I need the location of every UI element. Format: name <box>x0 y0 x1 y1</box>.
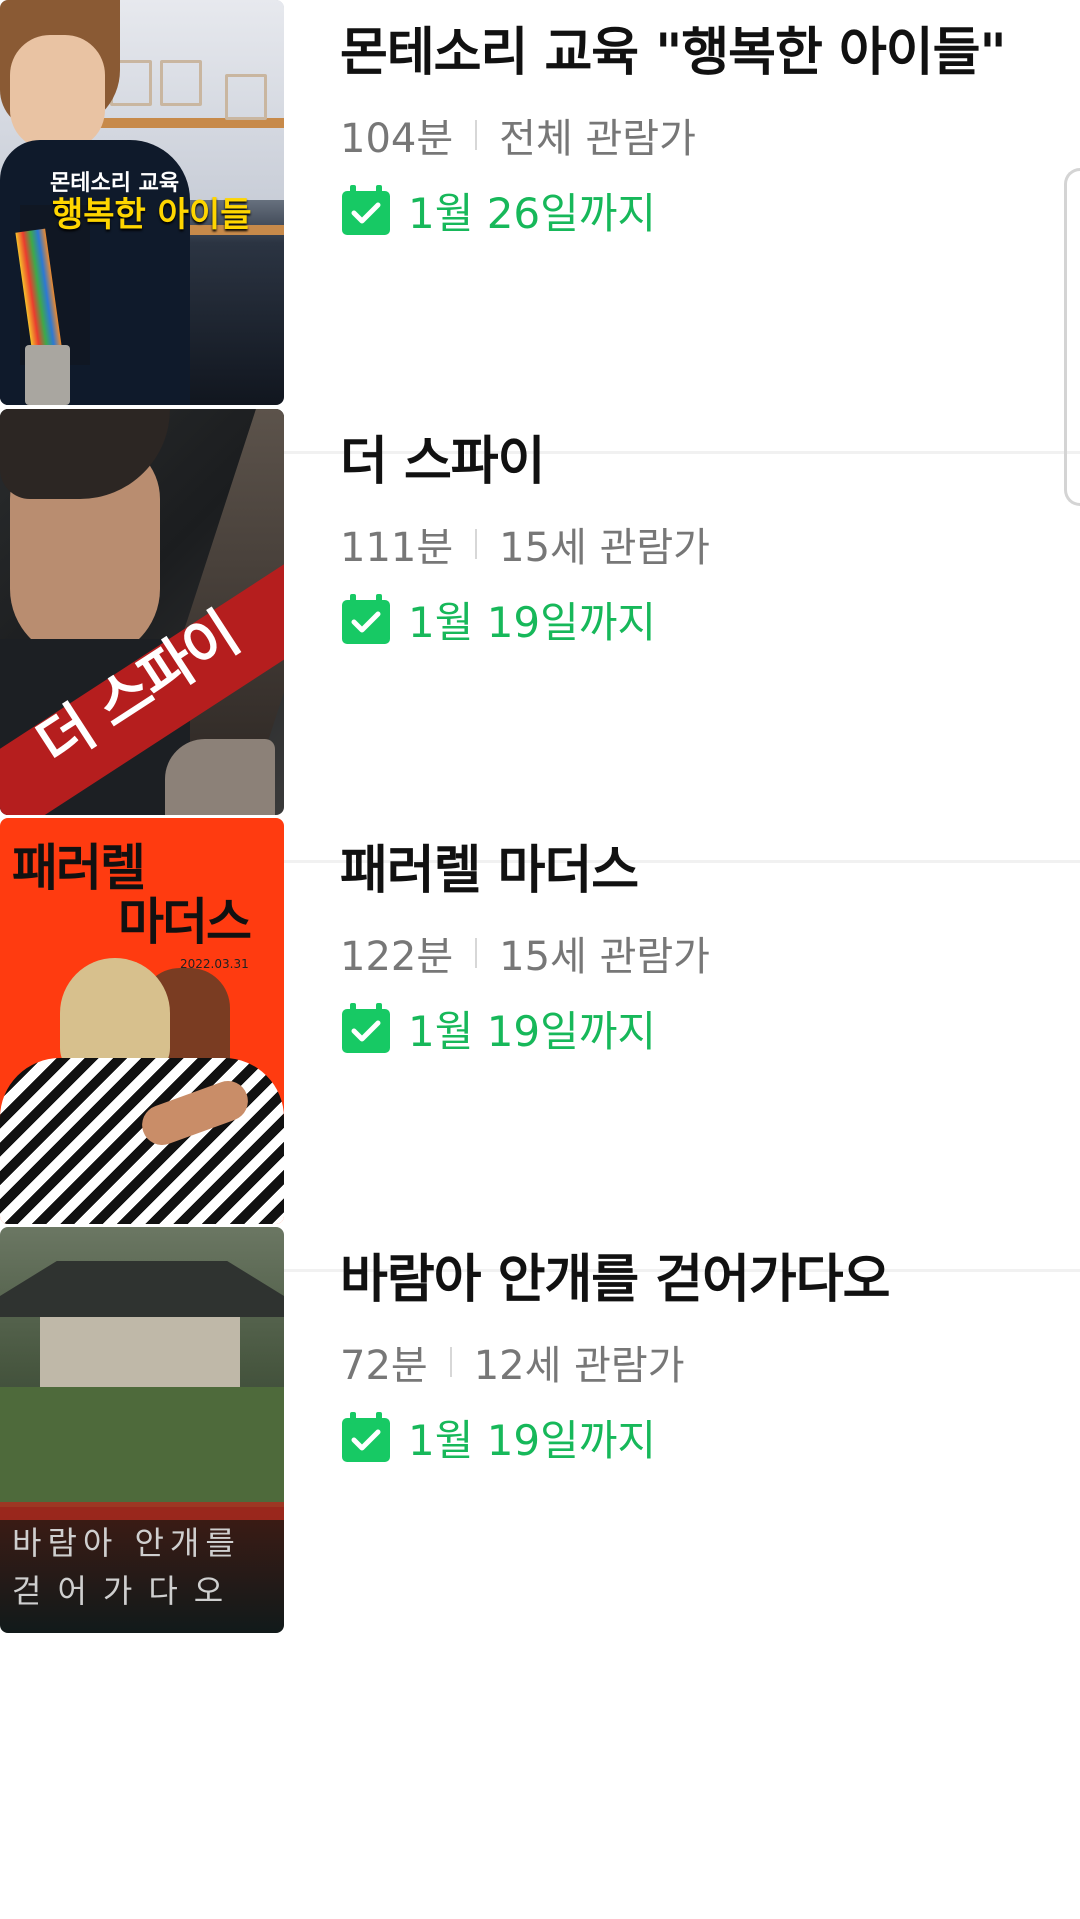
calendar-check-icon <box>342 1002 390 1053</box>
movie-meta: 122분 15세 관람가 <box>340 924 710 982</box>
poster-title-line-1: 바람아 안개를 <box>12 1524 241 1562</box>
screening-until: 1월 19일까지 <box>340 589 656 650</box>
screening-until: 1월 19일까지 <box>340 998 656 1059</box>
movie-title[interactable]: 패러렐 마더스 <box>340 828 639 903</box>
movie-list-item[interactable]: 몬테소리 교육 행복한 아이들 몬테소리 교육 "행복한 아이들" 104분 전… <box>0 0 1080 454</box>
movie-title[interactable]: 바람아 안개를 걷어가다오 <box>340 1237 890 1312</box>
poster-title-line-2: 마더스 <box>118 893 252 951</box>
screening-until-text: 1월 19일까지 <box>408 1007 657 1056</box>
screening-until-text: 1월 19일까지 <box>408 1416 657 1465</box>
movie-list-item[interactable]: 바람아 안개를 걷어가다오 바람아 안개를 걷어가다오 72분 12세 관람가 … <box>0 1227 1080 1637</box>
movie-poster[interactable]: 더 스파이 <box>0 409 284 815</box>
runtime: 122분 <box>340 934 454 980</box>
poster-title-line-1: 패러렐 <box>12 839 146 897</box>
movie-poster[interactable]: 패러렐 마더스 2022.03.31 <box>0 818 284 1224</box>
age-rating: 15세 관람가 <box>499 934 710 980</box>
age-rating: 15세 관람가 <box>499 525 710 571</box>
screening-until-text: 1월 19일까지 <box>408 598 657 647</box>
scroll-indicator[interactable] <box>1064 168 1080 506</box>
meta-separator <box>449 1347 452 1377</box>
poster-title-line-2: 행복한 아이들 <box>52 195 252 235</box>
calendar-check-icon <box>342 593 390 644</box>
screening-until: 1월 26일까지 <box>340 180 656 241</box>
runtime: 104분 <box>340 116 454 162</box>
movie-meta: 111분 15세 관람가 <box>340 515 710 573</box>
poster-title-line-2: 걷어가다오 <box>12 1572 240 1610</box>
age-rating: 전체 관람가 <box>499 116 696 162</box>
meta-separator <box>475 529 478 559</box>
poster-title-line-1: 몬테소리 교육 <box>50 171 180 196</box>
runtime: 72분 <box>340 1343 428 1389</box>
meta-separator <box>475 120 478 150</box>
calendar-check-icon <box>342 1411 390 1462</box>
movie-meta: 72분 12세 관람가 <box>340 1333 685 1391</box>
age-rating: 12세 관람가 <box>473 1343 685 1389</box>
movie-title[interactable]: 더 스파이 <box>340 419 545 494</box>
meta-separator <box>475 938 478 968</box>
movie-title[interactable]: 몬테소리 교육 "행복한 아이들" <box>340 10 1007 85</box>
calendar-check-icon <box>342 184 390 235</box>
runtime: 111분 <box>340 525 454 571</box>
screening-until-text: 1월 26일까지 <box>408 189 657 238</box>
movie-list-item[interactable]: 패러렐 마더스 2022.03.31 패러렐 마더스 122분 15세 관람가 … <box>0 818 1080 1272</box>
movie-list-item[interactable]: 더 스파이 더 스파이 111분 15세 관람가 1월 19일까지 <box>0 409 1080 863</box>
movie-meta: 104분 전체 관람가 <box>340 106 696 164</box>
movie-poster[interactable]: 몬테소리 교육 행복한 아이들 <box>0 0 284 405</box>
screening-until: 1월 19일까지 <box>340 1407 656 1468</box>
movie-poster[interactable]: 바람아 안개를 걷어가다오 <box>0 1227 284 1633</box>
